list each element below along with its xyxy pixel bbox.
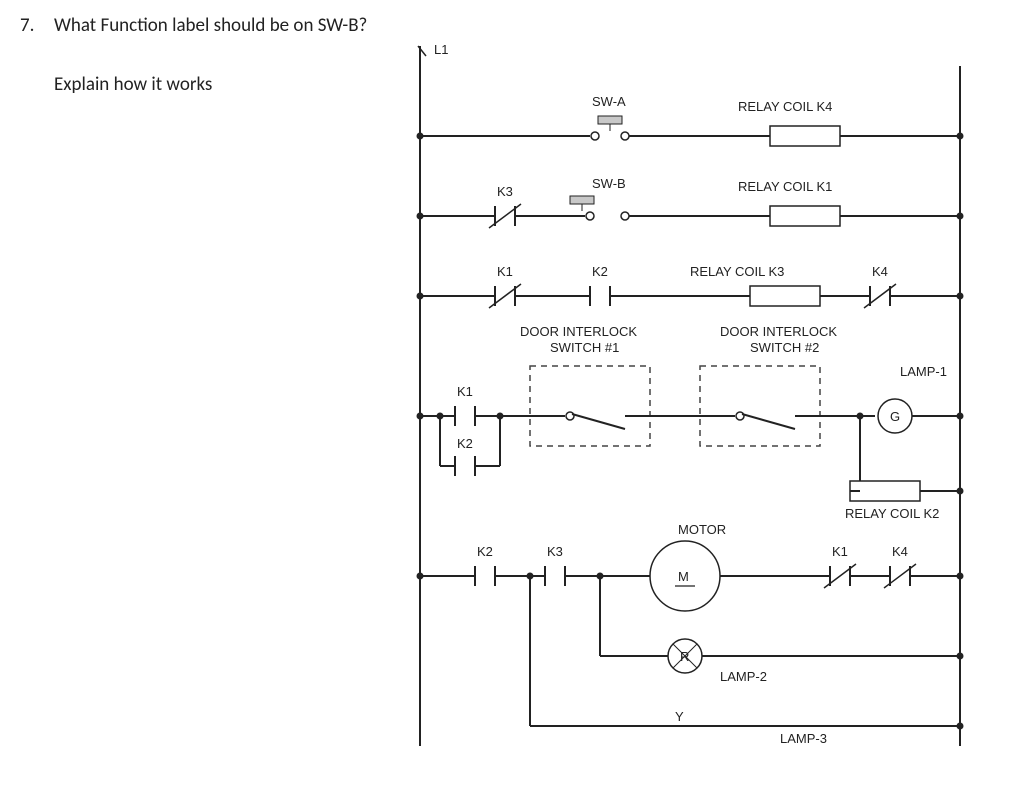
- rung-7: Y LAMP-3: [530, 576, 964, 746]
- label-door2a: DOOR INTERLOCK: [720, 324, 837, 339]
- label-motor: MOTOR: [678, 522, 726, 537]
- label-k4-r5: K4: [892, 544, 908, 559]
- lamp-y: Y: [675, 709, 684, 724]
- label-relay-k4: RELAY COIL K4: [738, 99, 832, 114]
- label-k2-r3: K2: [592, 264, 608, 279]
- rung-4: DOOR INTERLOCK SWITCH #1 DOOR INTERLOCK …: [417, 324, 964, 521]
- label-door1b: SWITCH #1: [550, 340, 619, 355]
- label-L1: L1: [434, 42, 448, 57]
- label-k3-r2: K3: [497, 184, 513, 199]
- label-SW-B: SW-B: [592, 176, 626, 191]
- label-relay-k2: RELAY COIL K2: [845, 506, 939, 521]
- label-k1-r4: K1: [457, 384, 473, 399]
- rung-2: K3 SW-B RELAY COIL K1: [417, 176, 964, 228]
- question-number: 7.: [20, 14, 54, 37]
- label-k2-r4: K2: [457, 436, 473, 451]
- lamp-r: R: [680, 649, 689, 664]
- lamp-g: G: [890, 409, 900, 424]
- label-M: M: [678, 569, 689, 584]
- label-door2b: SWITCH #2: [750, 340, 819, 355]
- label-lamp3: LAMP-3: [780, 731, 827, 746]
- ladder-diagram: L1 SW-A RELAY COIL K4 K3 SW-B: [400, 36, 980, 756]
- label-k1-r5: K1: [832, 544, 848, 559]
- question-text: What Function label should be on SW-B?: [54, 14, 367, 37]
- label-door1a: DOOR INTERLOCK: [520, 324, 637, 339]
- label-lamp1: LAMP-1: [900, 364, 947, 379]
- rung-5: K2 K3 M MOTOR K1 K4: [417, 522, 964, 611]
- label-relay-k1: RELAY COIL K1: [738, 179, 832, 194]
- label-lamp2: LAMP-2: [720, 669, 767, 684]
- label-k2-r5: K2: [477, 544, 493, 559]
- label-k4-r3: K4: [872, 264, 888, 279]
- label-k3-r5: K3: [547, 544, 563, 559]
- rung-3: K1 K2 RELAY COIL K3 K4: [417, 264, 964, 308]
- label-SW-A: SW-A: [592, 94, 626, 109]
- label-k1-r3: K1: [497, 264, 513, 279]
- rung-1: SW-A RELAY COIL K4: [417, 94, 964, 146]
- label-relay-k3: RELAY COIL K3: [690, 264, 784, 279]
